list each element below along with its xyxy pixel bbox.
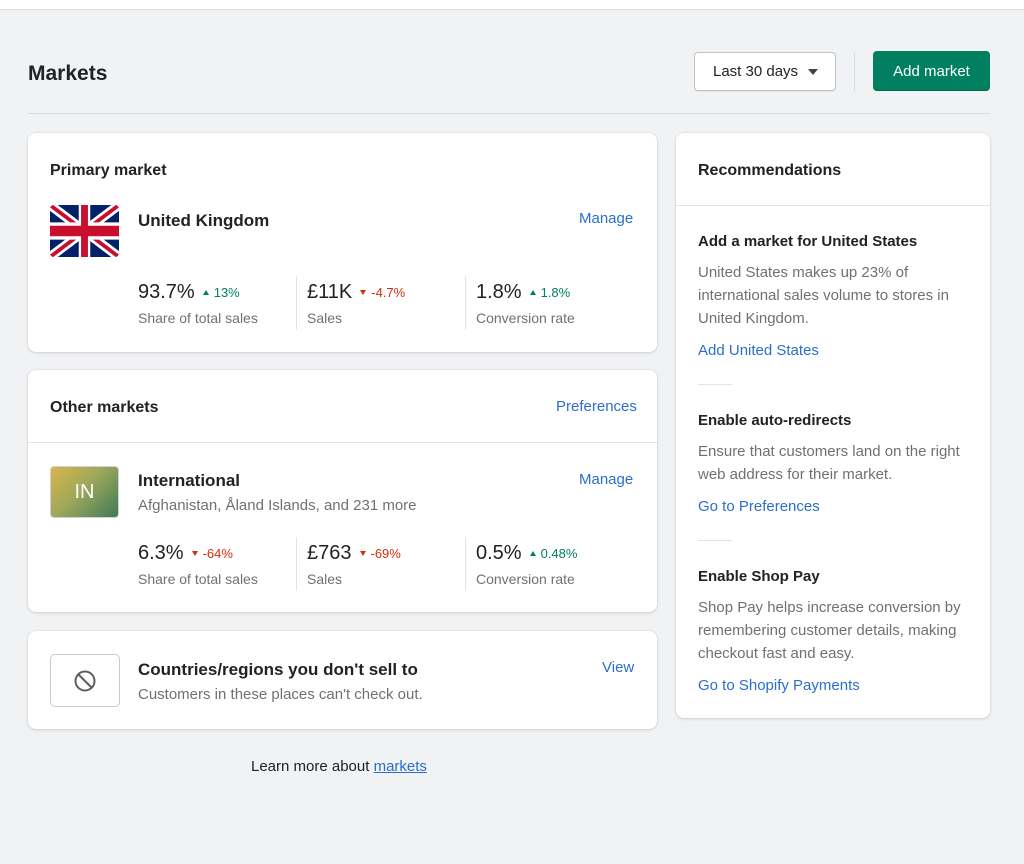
primary-metric-sales: £11K -4.7% Sales (307, 281, 405, 335)
other-market-subtitle: Afghanistan, Åland Islands, and 231 more (138, 497, 417, 514)
rec-body: United States makes up 23% of internatio… (698, 264, 949, 327)
metric-divider (465, 276, 466, 330)
metric-change: -4.7% (371, 285, 406, 300)
metric-value: 93.7% (138, 281, 195, 303)
metric-value: £763 (307, 542, 352, 564)
other-metric-sales: £763 -69% Sales (307, 542, 401, 596)
rec-heading: Add a market for United States (698, 233, 918, 250)
arrow-up-icon (202, 290, 209, 295)
metric-value: 1.8% (476, 281, 522, 303)
uk-flag-icon (50, 205, 119, 257)
other-manage-link[interactable]: Manage (579, 471, 633, 488)
primary-manage-link[interactable]: Manage (579, 210, 633, 227)
metric-label: Sales (307, 310, 343, 326)
metric-label: Share of total sales (138, 571, 258, 587)
metric-change: -64% (202, 546, 233, 561)
learn-more-footer: Learn more about markets (251, 758, 427, 775)
preferences-link[interactable]: Preferences (556, 398, 637, 415)
metric-change: 13% (213, 285, 240, 300)
metric-label: Sales (307, 571, 343, 587)
international-badge-code: IN (74, 480, 95, 503)
unsold-regions-card: Countries/regions you don't sell to Cust… (28, 631, 657, 729)
recommendations-title: Recommendations (698, 162, 842, 179)
rec-heading: Enable auto-redirects (698, 412, 852, 429)
metric-value: 0.5% (476, 542, 522, 564)
metric-label: Conversion rate (476, 571, 575, 587)
top-bar (0, 0, 1024, 10)
rec-body: Shop Pay helps increase conversion by re… (698, 599, 961, 662)
primary-market-card: Primary market United Kingdom Manage 93.… (28, 133, 657, 352)
metric-divider (296, 276, 297, 330)
metric-value: £11K (307, 281, 353, 303)
metric-value: 6.3% (138, 542, 184, 564)
arrow-up-icon (529, 290, 536, 295)
other-market-name: International (138, 471, 241, 490)
arrow-down-icon (360, 290, 367, 295)
unsold-regions-subtitle: Customers in these places can't check ou… (138, 686, 423, 703)
unsold-regions-title: Countries/regions you don't sell to (138, 660, 418, 679)
recommendations-card: Recommendations Add a market for United … (676, 133, 990, 718)
card-divider (676, 205, 990, 206)
go-to-shopify-payments-link[interactable]: Go to Shopify Payments (698, 677, 860, 694)
metric-change: -69% (370, 546, 401, 561)
metric-change: 0.48% (540, 546, 578, 561)
primary-metric-conversion: 1.8% 1.8% Conversion rate (476, 281, 575, 335)
other-metric-share: 6.3% -64% Share of total sales (138, 542, 258, 596)
metric-divider (465, 537, 466, 591)
international-badge: IN (50, 466, 119, 518)
rec-divider (698, 384, 732, 385)
rec-divider (698, 540, 732, 541)
add-market-button[interactable]: Add market (873, 51, 990, 91)
primary-metric-share: 93.7% 13% Share of total sales (138, 281, 258, 335)
primary-market-name: United Kingdom (138, 211, 270, 230)
primary-market-title: Primary market (50, 162, 167, 179)
metric-label: Share of total sales (138, 310, 258, 326)
metric-divider (296, 537, 297, 591)
block-icon (50, 654, 120, 707)
go-to-preferences-link[interactable]: Go to Preferences (698, 498, 820, 515)
page-title: Markets (28, 62, 108, 85)
date-range-label: Last 30 days (713, 63, 799, 80)
arrow-down-icon (359, 551, 366, 556)
other-metric-conversion: 0.5% 0.48% Conversion rate (476, 542, 577, 596)
footer-text: Learn more about (251, 758, 370, 775)
caret-down-icon (808, 68, 819, 75)
other-markets-title: Other markets (50, 399, 159, 416)
metric-label: Conversion rate (476, 310, 575, 326)
rec-heading: Enable Shop Pay (698, 568, 820, 585)
rec-body: Ensure that customers land on the right … (698, 443, 960, 483)
date-range-button[interactable]: Last 30 days (694, 52, 836, 91)
page-header: Markets Last 30 days Add market (28, 50, 990, 114)
arrow-up-icon (529, 551, 536, 556)
other-markets-card: Other markets Preferences IN Internation… (28, 370, 657, 612)
metric-change: 1.8% (540, 285, 571, 300)
add-united-states-link[interactable]: Add United States (698, 342, 819, 359)
arrow-down-icon (191, 551, 198, 556)
card-divider (28, 442, 657, 443)
markets-link[interactable]: markets (374, 758, 427, 775)
view-link[interactable]: View (602, 659, 634, 676)
header-divider (854, 52, 855, 92)
